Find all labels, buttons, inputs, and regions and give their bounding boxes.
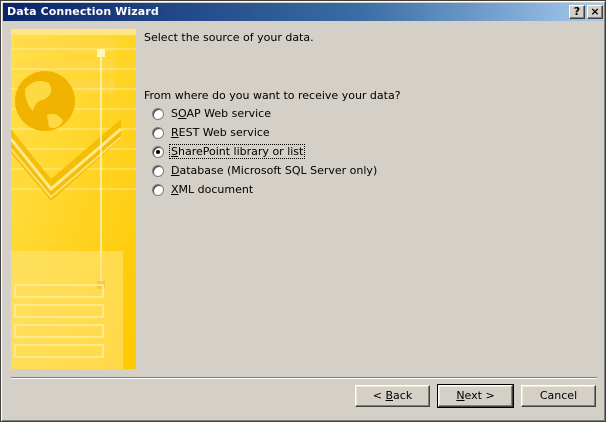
option-sharepoint[interactable]: SharePoint library or list [152, 142, 378, 161]
option-rest[interactable]: REST Web service [152, 123, 378, 142]
option-database[interactable]: Database (Microsoft SQL Server only) [152, 161, 378, 180]
radio-database[interactable] [152, 164, 164, 177]
back-button[interactable]: < Back [355, 385, 430, 407]
title-bar[interactable]: Data Connection Wizard ? × [3, 3, 603, 21]
option-sharepoint-label[interactable]: SharePoint library or list [168, 144, 306, 159]
wizard-banner-art [11, 29, 136, 369]
radio-xml[interactable] [152, 183, 164, 196]
option-database-label[interactable]: Database (Microsoft SQL Server only) [170, 164, 378, 177]
window-title: Data Connection Wizard [7, 5, 159, 18]
radio-rest[interactable] [152, 126, 164, 139]
radio-soap[interactable] [152, 107, 164, 120]
option-soap[interactable]: SOAP Web service [152, 104, 378, 123]
source-question: From where do you want to receive your d… [144, 89, 401, 102]
option-xml-label[interactable]: XML document [170, 183, 254, 196]
wizard-illustration [11, 29, 136, 369]
cancel-button[interactable]: Cancel [521, 385, 596, 407]
help-button[interactable]: ? [569, 5, 585, 19]
next-button[interactable]: Next > [437, 384, 514, 408]
option-rest-label[interactable]: REST Web service [170, 126, 271, 139]
radio-sharepoint[interactable] [152, 145, 164, 158]
source-options: SOAP Web service REST Web service ShareP… [152, 104, 378, 199]
button-separator [11, 377, 597, 379]
option-soap-label[interactable]: SOAP Web service [170, 107, 272, 120]
page-heading: Select the source of your data. [144, 31, 314, 44]
dialog-window: Data Connection Wizard ? × Select the so… [0, 0, 606, 422]
option-xml[interactable]: XML document [152, 180, 378, 199]
close-button[interactable]: × [587, 5, 603, 19]
